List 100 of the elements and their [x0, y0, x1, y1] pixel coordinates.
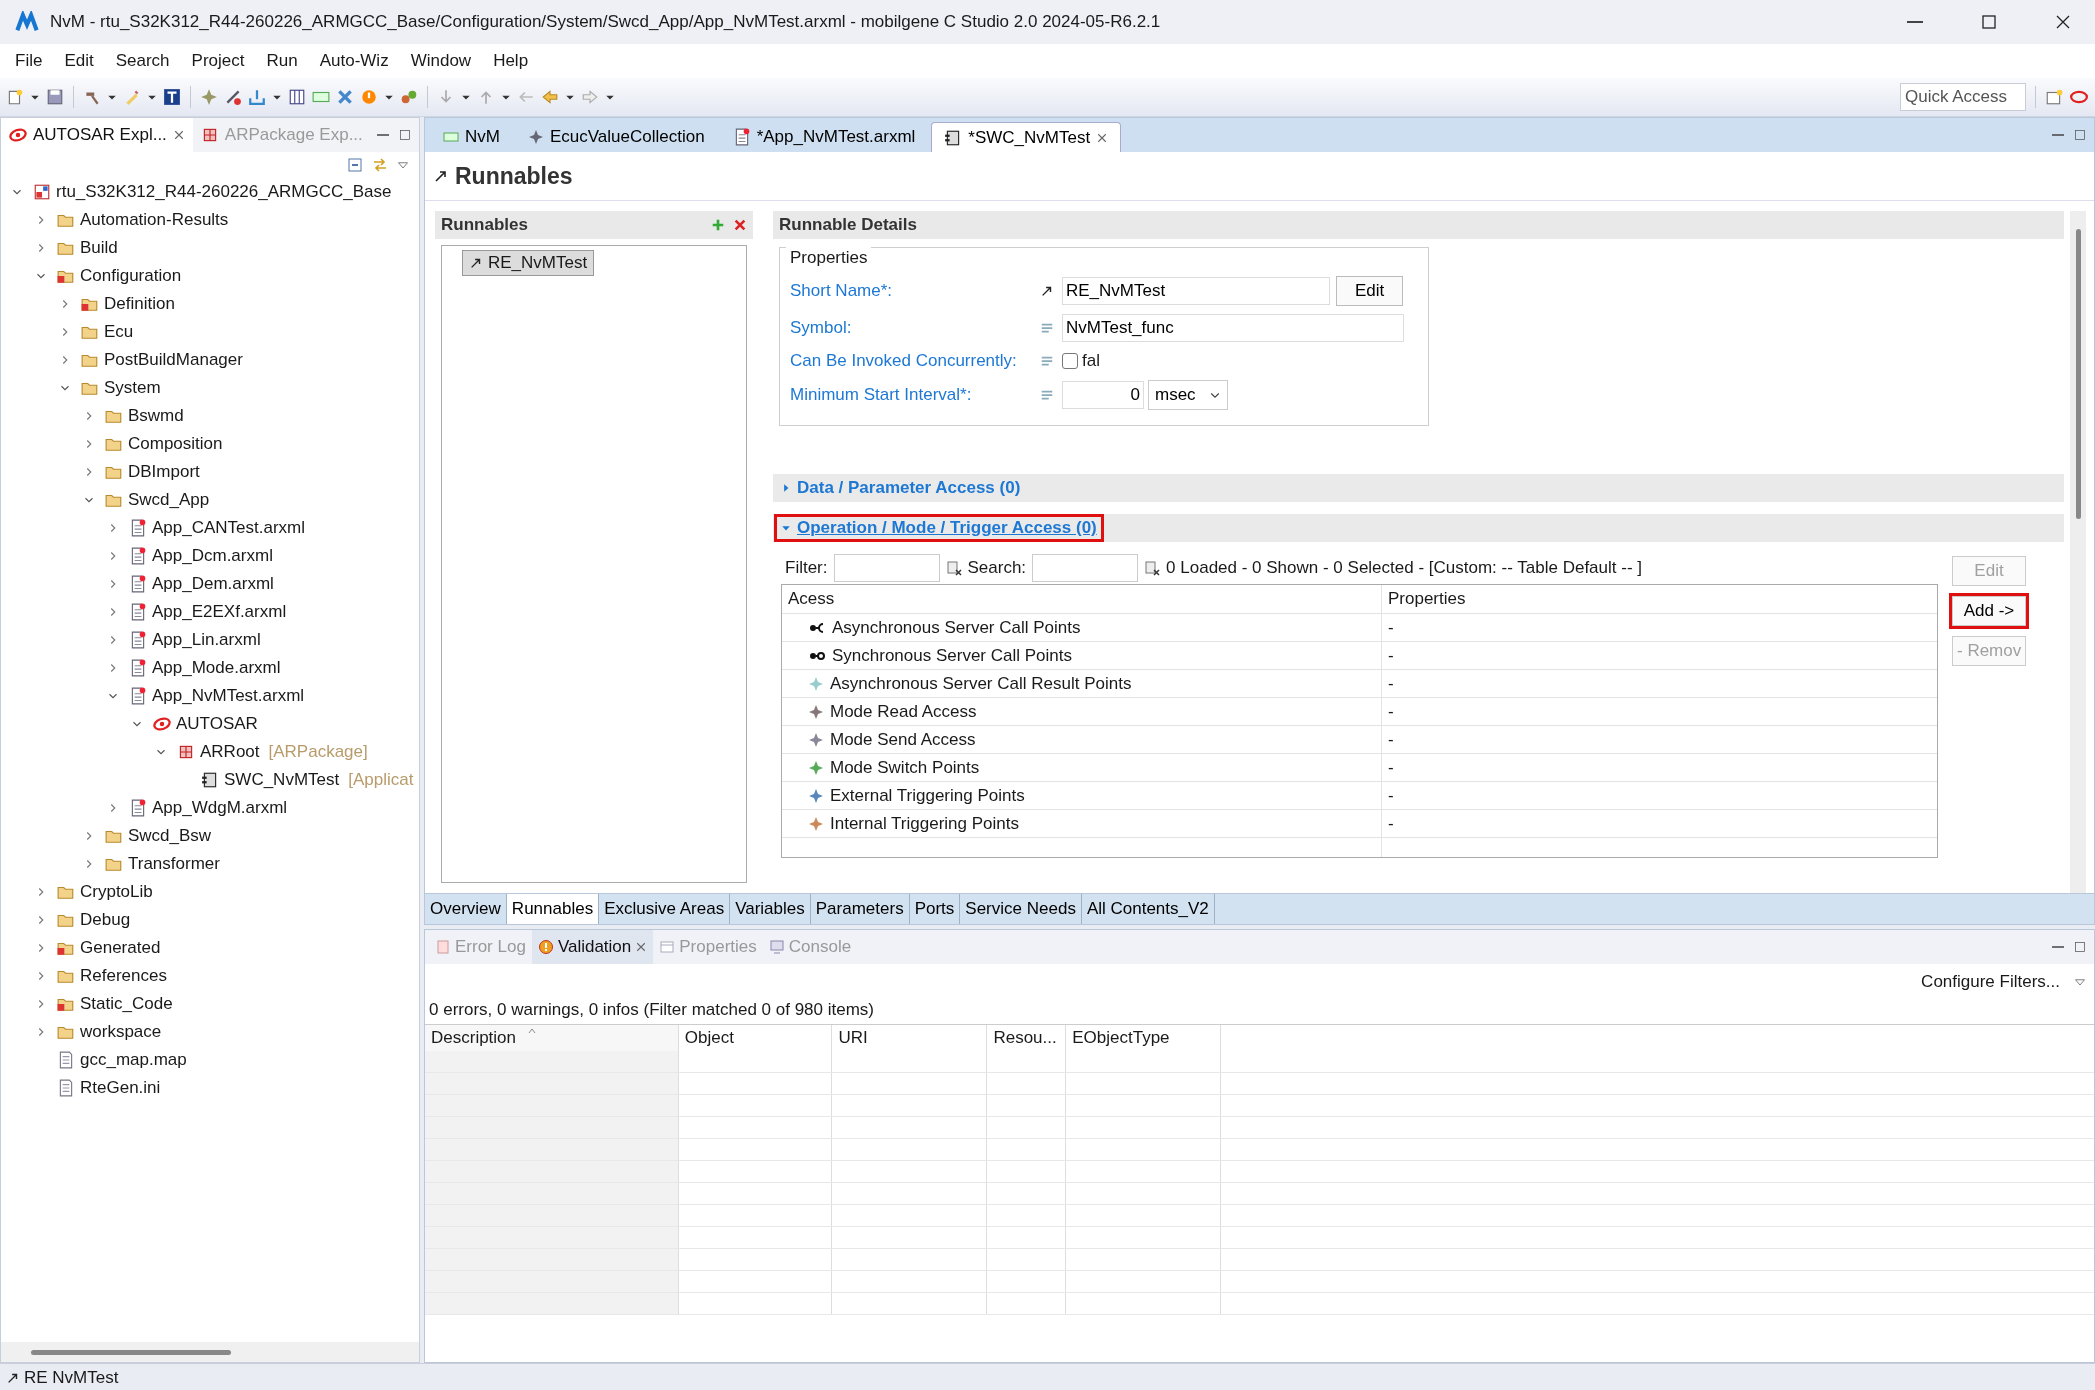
column-header[interactable]: URI [832, 1025, 988, 1051]
menu-item[interactable]: Search [104, 47, 181, 75]
page-tab[interactable]: Exclusive Areas [599, 894, 731, 924]
tree-item[interactable]: rtu_S32K312_R44-260226_ARMGCC_Base [31, 181, 394, 203]
tree-item[interactable]: App_WdgM.arxml [127, 797, 290, 819]
tree-item[interactable]: Composition [103, 433, 225, 455]
tree-item[interactable]: System [79, 377, 163, 399]
menu-item[interactable]: Auto-Wiz [308, 47, 400, 75]
tree-item[interactable]: Ecu [79, 321, 136, 343]
view-menu-icon[interactable] [2074, 976, 2086, 988]
tree-item[interactable]: Swcd_App [103, 489, 212, 511]
tree-item[interactable]: App_E2EXf.arxml [127, 601, 289, 623]
menu-item[interactable]: Run [255, 47, 309, 75]
view-tab[interactable]: AUTOSAR Expl... [1, 118, 193, 152]
tree-item[interactable]: Generated [55, 937, 163, 959]
tree-item[interactable]: SWC_NvMTest [Applicat [199, 769, 416, 791]
tree-item[interactable]: ARRoot [ARPackage] [175, 741, 370, 763]
interval-field[interactable]: 0 [1062, 380, 1144, 409]
new-file-icon[interactable] [6, 88, 24, 106]
perspective-icon[interactable] [2045, 88, 2063, 106]
tree-item[interactable]: Swcd_Bsw [103, 825, 214, 847]
menu-item[interactable]: Edit [53, 47, 105, 75]
tree-item[interactable]: Configuration [55, 265, 184, 287]
tree-item[interactable]: DBImport [103, 461, 202, 483]
page-tab[interactable]: Ports [909, 894, 961, 924]
search-field[interactable] [1032, 554, 1139, 582]
link-arrows-icon[interactable] [371, 157, 389, 173]
editor-tab[interactable]: *App_NvMTest.arxml [720, 122, 928, 152]
alert-icon[interactable] [360, 88, 378, 106]
arrow-right-icon[interactable] [581, 88, 599, 106]
add-icon[interactable] [711, 218, 725, 232]
delete-icon[interactable] [733, 218, 747, 232]
page-tab[interactable]: Runnables [506, 894, 600, 924]
tree-item[interactable]: Transformer [103, 853, 222, 875]
menu-item[interactable]: File [4, 47, 54, 75]
short-name-field[interactable]: RE_NvMTest [1062, 276, 1330, 305]
tree-item[interactable]: App_Mode.arxml [127, 657, 283, 679]
column-header[interactable]: Description [425, 1025, 679, 1051]
page-tab[interactable]: Variables [730, 894, 811, 924]
tree-item[interactable]: App_NvMTest.arxml [127, 685, 307, 707]
menu-item[interactable]: Window [399, 47, 483, 75]
close-icon[interactable] [635, 941, 648, 953]
maximize-icon[interactable] [399, 129, 411, 141]
page-tab[interactable]: Service Needs [960, 894, 1082, 924]
editor-tab[interactable]: *SWC_NvMTest [931, 122, 1122, 152]
symbol-field[interactable]: NvMTest_func [1062, 313, 1404, 342]
filter-field[interactable] [833, 554, 940, 582]
section-toggle[interactable]: Operation / Mode / Trigger Access (0) [777, 517, 1101, 539]
tree-item[interactable]: AUTOSAR [151, 713, 260, 735]
close-icon[interactable] [1096, 131, 1109, 144]
checkbox[interactable] [1062, 353, 1078, 369]
clear-icon[interactable] [945, 560, 962, 576]
view-tab[interactable]: Validation [531, 930, 654, 964]
menu-item[interactable]: Project [180, 47, 256, 75]
tree-item[interactable]: gcc_map.map [55, 1049, 189, 1071]
tree-item[interactable]: workspace [55, 1021, 164, 1043]
maximize-icon[interactable] [2074, 941, 2086, 953]
tree-item[interactable]: Automation-Results [55, 209, 231, 231]
tool-icon[interactable] [224, 88, 242, 106]
column-header[interactable]: Resou... [987, 1025, 1067, 1051]
arrow-left-icon[interactable] [541, 88, 559, 106]
tree-item[interactable]: Debug [55, 909, 133, 931]
quick-access-field[interactable]: Quick Access [1900, 83, 2026, 111]
unit-dropdown[interactable]: msec [1148, 379, 1228, 410]
maximize-icon[interactable] [2074, 129, 2086, 141]
clear-icon[interactable] [1144, 560, 1161, 576]
tree-item[interactable]: Build [55, 237, 120, 259]
menu-item[interactable]: Help [482, 47, 540, 75]
sparkle-icon[interactable] [200, 88, 218, 106]
scrollbar[interactable] [31, 1349, 231, 1355]
column-header[interactable]: Properties [1382, 589, 1937, 609]
edit-button[interactable]: Edit [1336, 275, 1404, 306]
ring-icon[interactable] [2069, 88, 2089, 106]
column-header[interactable]: Acess [782, 585, 1382, 613]
column-header[interactable]: Object [678, 1025, 833, 1051]
tree-item[interactable]: PostBuildManager [79, 349, 245, 371]
page-tab[interactable]: Parameters [810, 894, 910, 924]
runnable-item[interactable]: RE_NvMTest [462, 250, 595, 276]
scrollbar[interactable] [2075, 229, 2081, 519]
tree-item[interactable]: App_Dcm.arxml [127, 545, 275, 567]
page-tab[interactable]: Overview [425, 894, 507, 924]
cross-tool-icon[interactable] [336, 88, 354, 106]
tree-item[interactable]: Bswmd [103, 405, 186, 427]
t-square-icon[interactable] [163, 88, 181, 106]
tree-item[interactable]: RteGen.ini [55, 1077, 163, 1099]
tray-icon[interactable] [248, 88, 266, 106]
view-menu-icon[interactable] [397, 159, 409, 171]
page-tab[interactable]: All Contents_V2 [1081, 894, 1215, 924]
tree-item[interactable]: Definition [79, 293, 177, 315]
columns-icon[interactable] [288, 88, 306, 106]
tree-item[interactable]: App_Dem.arxml [127, 573, 276, 595]
configure-filters-link[interactable]: Configure Filters... [1921, 972, 2060, 992]
tree-item[interactable]: App_CANTest.arxml [127, 517, 308, 539]
tree-item[interactable]: References [55, 965, 169, 987]
close-icon[interactable] [172, 129, 185, 141]
tree-item[interactable]: App_Lin.arxml [127, 629, 263, 651]
column-header[interactable]: EObjectType [1066, 1025, 1222, 1051]
collapse-all-icon[interactable] [347, 157, 363, 173]
editor-tab[interactable]: NvM [431, 122, 512, 152]
section-toggle[interactable]: Data / Parameter Access (0) [777, 477, 1025, 499]
